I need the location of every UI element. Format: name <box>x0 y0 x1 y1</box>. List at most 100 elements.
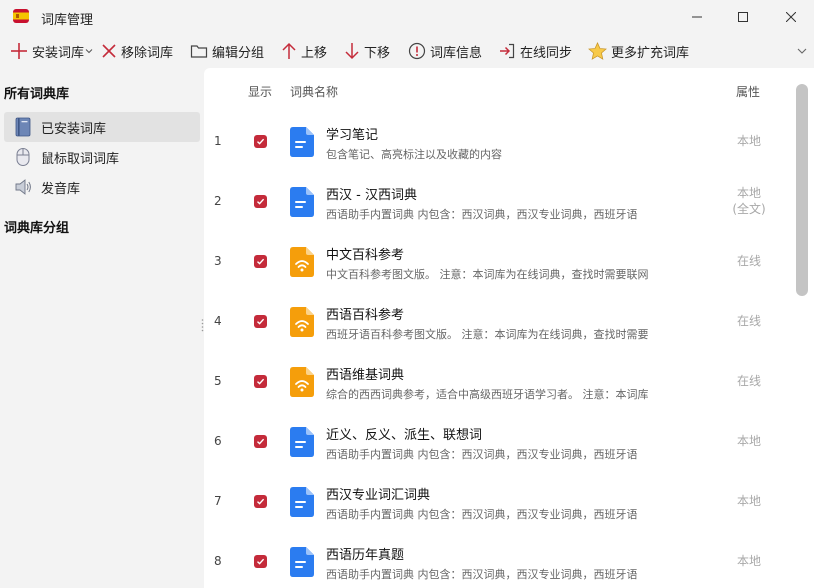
plus-icon <box>11 43 27 59</box>
library-property: 在线 <box>736 314 761 328</box>
row-icon <box>290 247 314 277</box>
document-icon <box>290 487 314 517</box>
show-checkbox[interactable] <box>254 255 267 268</box>
star-icon <box>588 42 607 60</box>
move-down-button[interactable]: 下移 <box>344 36 390 66</box>
library-list: 显示 词典名称 属性 1 学习笔记 包含笔记、高亮标注以及收藏的内容 本地 2 西汉 - … <box>204 68 814 588</box>
library-property: 本地 (全文) <box>732 186 766 216</box>
sidebar-item-label: 鼠标取词词库 <box>41 151 120 167</box>
show-checkbox[interactable] <box>254 135 267 148</box>
table-row[interactable]: 2 西汉 - 汉西词典 西语助手内置词典 内包含：西汉词典，西汉专业词典，西班牙语 本… <box>204 172 796 232</box>
title-bar: 词库管理 <box>0 0 814 34</box>
close-button[interactable] <box>768 0 814 34</box>
remove-x-icon <box>102 44 116 58</box>
speaker-icon <box>15 179 31 195</box>
library-info-label: 词库信息 <box>430 45 483 61</box>
row-number: 3 <box>214 254 222 268</box>
online-sync-button[interactable]: 在线同步 <box>498 36 572 66</box>
row-icon <box>290 187 314 217</box>
row-icon <box>290 127 314 157</box>
library-description: 包含笔记、高亮标注以及收藏的内容 <box>326 148 502 161</box>
library-description: 西语助手内置词典 内包含：西汉词典，西汉专业词典，西班牙语 <box>326 568 638 581</box>
check-icon <box>257 258 265 265</box>
column-header-name[interactable]: 词典名称 <box>290 83 338 100</box>
library-property: 在线 <box>736 374 761 388</box>
sidebar-item-mouse-lookup[interactable]: 鼠标取词词库 <box>4 142 200 172</box>
column-header-property[interactable]: 属性 <box>736 83 760 100</box>
minimize-button[interactable] <box>674 0 720 34</box>
row-icon <box>290 487 314 517</box>
show-checkbox[interactable] <box>254 375 267 388</box>
library-title: 西汉 - 汉西词典 <box>326 188 417 203</box>
more-libraries-label: 更多扩充词库 <box>611 45 690 61</box>
install-library-label: 安装词库 <box>32 45 85 61</box>
library-title: 近义、反义、派生、联想词 <box>326 428 483 443</box>
table-row[interactable]: 7 西汉专业词汇词典 西语助手内置词典 内包含：西汉词典，西汉专业词典，西班牙语 本地 <box>204 472 796 532</box>
library-title: 西语维基词典 <box>326 368 405 383</box>
scrollbar-thumb[interactable] <box>796 84 808 296</box>
toolbar-overflow-chevron-icon[interactable] <box>796 44 808 58</box>
move-down-label: 下移 <box>364 45 391 61</box>
library-groups-heading: 词典库分组 <box>4 221 70 236</box>
row-number: 2 <box>214 194 222 208</box>
row-number: 8 <box>214 554 222 568</box>
table-row[interactable]: 5 西语维基词典 综合的西西词典参考，适合中高级西班牙语学习者。 注意：本词库 在线 <box>204 352 796 412</box>
row-number: 7 <box>214 494 222 508</box>
maximize-button[interactable] <box>720 0 766 34</box>
table-row[interactable]: 3 中文百科参考 中文百科参考图文版。 注意：本词库为在线词典，查找时需要联网 在线 <box>204 232 796 292</box>
check-icon <box>257 498 265 505</box>
show-checkbox[interactable] <box>254 195 267 208</box>
show-checkbox[interactable] <box>254 435 267 448</box>
row-number: 5 <box>214 374 222 388</box>
remove-library-button[interactable]: 移除词库 <box>101 36 173 66</box>
library-title: 学习笔记 <box>326 128 379 143</box>
table-row[interactable]: 1 学习笔记 包含笔记、高亮标注以及收藏的内容 本地 <box>204 112 796 172</box>
library-title: 中文百科参考 <box>326 248 405 263</box>
library-property: 本地 <box>736 134 761 148</box>
edit-group-button[interactable]: 编辑分组 <box>190 36 264 66</box>
check-icon <box>257 558 265 565</box>
check-icon <box>257 438 265 445</box>
remove-library-label: 移除词库 <box>121 45 174 61</box>
document-icon <box>290 547 314 577</box>
table-row[interactable]: 4 西语百科参考 西班牙语百科参考图文版。 注意：本词库为在线词典，查找时需要 在线 <box>204 292 796 352</box>
sidebar-item-label: 已安装词库 <box>41 121 107 137</box>
arrow-down-icon <box>345 43 359 60</box>
online-document-icon <box>290 307 314 337</box>
show-checkbox[interactable] <box>254 315 267 328</box>
show-checkbox[interactable] <box>254 555 267 568</box>
arrow-up-icon <box>282 42 296 59</box>
mouse-icon <box>16 148 30 166</box>
spain-flag-icon <box>13 9 29 23</box>
library-description: 西班牙语百科参考图文版。 注意：本词库为在线词典，查找时需要 <box>326 328 649 341</box>
sidebar-item-label: 发音库 <box>41 181 81 197</box>
table-row[interactable]: 6 近义、反义、派生、联想词 西语助手内置词典 内包含：西汉词典，西汉专业词典，西班… <box>204 412 796 472</box>
library-property: 本地 <box>736 494 761 508</box>
library-property: 在线 <box>736 254 761 268</box>
vertical-scrollbar[interactable] <box>796 84 810 588</box>
online-sync-label: 在线同步 <box>520 45 573 61</box>
sync-icon <box>500 43 515 59</box>
row-icon <box>290 427 314 457</box>
more-libraries-button[interactable]: 更多扩充词库 <box>588 36 689 66</box>
show-checkbox[interactable] <box>254 495 267 508</box>
row-icon <box>290 547 314 577</box>
info-icon <box>408 42 426 60</box>
table-row[interactable]: 8 西语历年真题 西语助手内置词典 内包含：西汉词典，西汉专业词典，西班牙语 本地 <box>204 532 796 588</box>
check-icon <box>257 198 265 205</box>
library-info-button[interactable]: 词库信息 <box>408 36 482 66</box>
toolbar: 安装词库 移除词库 编辑分组 上移 下移 词库信息 在线同步 更多扩充词库 <box>0 36 814 66</box>
column-header-show[interactable]: 显示 <box>248 83 272 100</box>
document-icon <box>290 427 314 457</box>
library-description: 西语助手内置词典 内包含：西汉词典，西汉专业词典，西班牙语 <box>326 508 638 521</box>
all-libraries-heading: 所有词典库 <box>4 87 70 102</box>
sidebar-item-pronunciation[interactable]: 发音库 <box>4 172 200 202</box>
chevron-down-icon <box>85 49 93 54</box>
sidebar-item-installed[interactable]: 已安装词库 <box>4 112 200 142</box>
minimize-icon <box>692 16 702 18</box>
online-document-icon <box>290 247 314 277</box>
check-icon <box>257 378 265 385</box>
row-icon <box>290 307 314 337</box>
move-up-button[interactable]: 上移 <box>281 36 327 66</box>
install-library-button[interactable]: 安装词库 <box>10 36 97 66</box>
